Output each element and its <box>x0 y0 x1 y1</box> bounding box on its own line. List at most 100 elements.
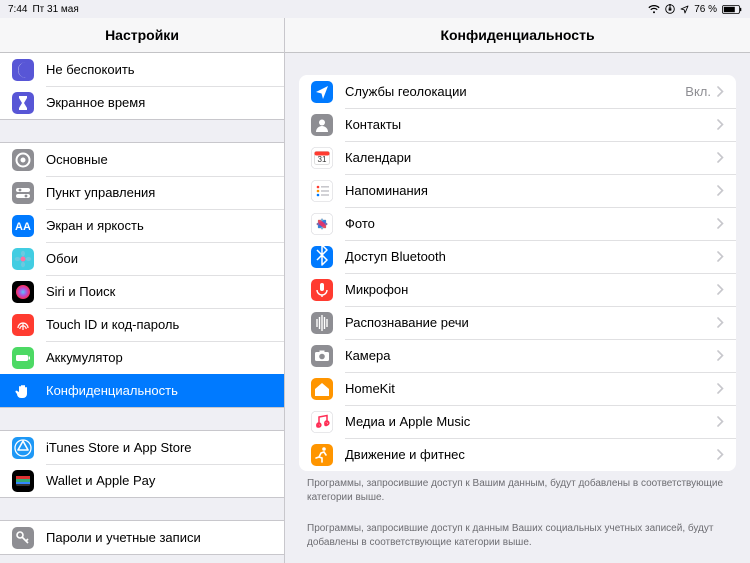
row-label: Службы геолокации <box>345 84 685 99</box>
row-label: Siri и Поиск <box>46 284 284 299</box>
sidebar-item-siri[interactable]: Siri и Поиск <box>0 275 284 308</box>
row-label: Контакты <box>345 117 717 132</box>
home-icon <box>311 378 333 400</box>
moon-icon <box>12 59 34 81</box>
row-label: Движение и фитнес <box>345 447 717 462</box>
row-label: Не беспокоить <box>46 62 284 77</box>
calendar-icon: 31 <box>311 147 333 169</box>
wallet-icon <box>12 470 34 492</box>
row-label: Аккумулятор <box>46 350 284 365</box>
chevron-right-icon <box>717 317 724 328</box>
detail-row-camera[interactable]: Камера <box>299 339 736 372</box>
sidebar-group: iTunes Store и App Store Wallet и Apple P… <box>0 430 284 498</box>
sidebar-item-dnd[interactable]: Не беспокоить <box>0 53 284 86</box>
switches-icon <box>12 182 34 204</box>
gear-icon <box>12 149 34 171</box>
wifi-icon <box>648 5 660 14</box>
battery-percent: 76 % <box>694 4 717 15</box>
key-icon <box>12 527 34 549</box>
chevron-right-icon <box>717 86 724 97</box>
reminders-icon <box>311 180 333 202</box>
chevron-right-icon <box>717 449 724 460</box>
siri-icon <box>12 281 34 303</box>
detail-row-bluetooth[interactable]: Доступ Bluetooth <box>299 240 736 273</box>
appstore-icon <box>12 437 34 459</box>
row-label: Основные <box>46 152 284 167</box>
chevron-right-icon <box>717 218 724 229</box>
status-bar: 7:44 Пт 31 мая 76 % <box>0 0 750 18</box>
sidebar-item-general[interactable]: Основные <box>0 143 284 176</box>
aa-icon: AA <box>12 215 34 237</box>
orientation-lock-icon <box>665 4 675 14</box>
row-label: Микрофон <box>345 282 717 297</box>
row-label: Экран и яркость <box>46 218 284 233</box>
chevron-right-icon <box>717 119 724 130</box>
detail-row-calendars[interactable]: 31 Календари <box>299 141 736 174</box>
svg-text:AA: AA <box>15 221 31 233</box>
chevron-right-icon <box>717 416 724 427</box>
chevron-right-icon <box>717 251 724 262</box>
row-label: Камера <box>345 348 717 363</box>
settings-sidebar: Настройки Не беспокоить Экранное время Осн… <box>0 18 285 563</box>
detail-pane: Конфиденциальность Службы геолокацииВкл.… <box>285 18 750 563</box>
sidebar-item-wallet[interactable]: Wallet и Apple Pay <box>0 464 284 497</box>
detail-row-microphone[interactable]: Микрофон <box>299 273 736 306</box>
sidebar-item-itunes[interactable]: iTunes Store и App Store <box>0 431 284 464</box>
music-icon <box>311 411 333 433</box>
row-label: Медиа и Apple Music <box>345 414 717 429</box>
row-label: Touch ID и код-пароль <box>46 317 284 332</box>
sidebar-item-wallpaper[interactable]: Обои <box>0 242 284 275</box>
sidebar-header: Настройки <box>0 18 284 53</box>
detail-row-reminders[interactable]: Напоминания <box>299 174 736 207</box>
hourglass-icon <box>12 92 34 114</box>
row-label: HomeKit <box>345 381 717 396</box>
detail-header: Конфиденциальность <box>285 18 750 53</box>
row-label: Экранное время <box>46 95 284 110</box>
sidebar-group: Основные Пункт управления AA Экран и яркост… <box>0 142 284 408</box>
hand-icon <box>12 380 34 402</box>
sidebar-item-privacy[interactable]: Конфиденциальность <box>0 374 284 407</box>
sidebar-item-battery[interactable]: Аккумулятор <box>0 341 284 374</box>
fingerprint-icon <box>12 314 34 336</box>
sidebar-item-display[interactable]: AA Экран и яркость <box>0 209 284 242</box>
detail-row-speech[interactable]: Распознавание речи <box>299 306 736 339</box>
status-time: 7:44 <box>8 4 27 15</box>
sidebar-item-passwords[interactable]: Пароли и учетные записи <box>0 521 284 554</box>
camera-icon <box>311 345 333 367</box>
detail-group: Службы геолокацииВкл. Контакты 31 Календари… <box>299 75 736 471</box>
row-label: Фото <box>345 216 717 231</box>
battery-icon <box>12 347 34 369</box>
sidebar-title: Настройки <box>105 27 179 43</box>
sidebar-item-control-center[interactable]: Пункт управления <box>0 176 284 209</box>
photos-icon <box>311 213 333 235</box>
group-footer-note: Программы, запросившие доступ к Вашим да… <box>285 471 750 504</box>
detail-row-media[interactable]: Медиа и Apple Music <box>299 405 736 438</box>
sidebar-item-touchid[interactable]: Touch ID и код-пароль <box>0 308 284 341</box>
bluetooth-icon <box>311 246 333 268</box>
detail-row-motion[interactable]: Движение и фитнес <box>299 438 736 471</box>
row-label: Пункт управления <box>46 185 284 200</box>
row-value: Вкл. <box>685 84 711 99</box>
sidebar-group: Пароли и учетные записи <box>0 520 284 555</box>
battery-icon <box>722 5 742 14</box>
chevron-right-icon <box>717 350 724 361</box>
svg-text:31: 31 <box>318 155 327 164</box>
row-label: Обои <box>46 251 284 266</box>
detail-row-location[interactable]: Службы геолокацииВкл. <box>299 75 736 108</box>
detail-row-contacts[interactable]: Контакты <box>299 108 736 141</box>
contacts-icon <box>311 114 333 136</box>
row-label: Распознавание речи <box>345 315 717 330</box>
chevron-right-icon <box>717 284 724 295</box>
mic-icon <box>311 279 333 301</box>
row-label: Напоминания <box>345 183 717 198</box>
sidebar-group: Не беспокоить Экранное время <box>0 53 284 120</box>
group-footer-note: Программы, запросившие доступ к данным В… <box>285 504 750 549</box>
row-label: iTunes Store и App Store <box>46 440 284 455</box>
motion-icon <box>311 444 333 466</box>
sidebar-item-screen-time[interactable]: Экранное время <box>0 86 284 119</box>
detail-row-homekit[interactable]: HomeKit <box>299 372 736 405</box>
location-icon <box>311 81 333 103</box>
status-date: Пт 31 мая <box>32 4 78 15</box>
detail-row-photos[interactable]: Фото <box>299 207 736 240</box>
row-label: Календари <box>345 150 717 165</box>
